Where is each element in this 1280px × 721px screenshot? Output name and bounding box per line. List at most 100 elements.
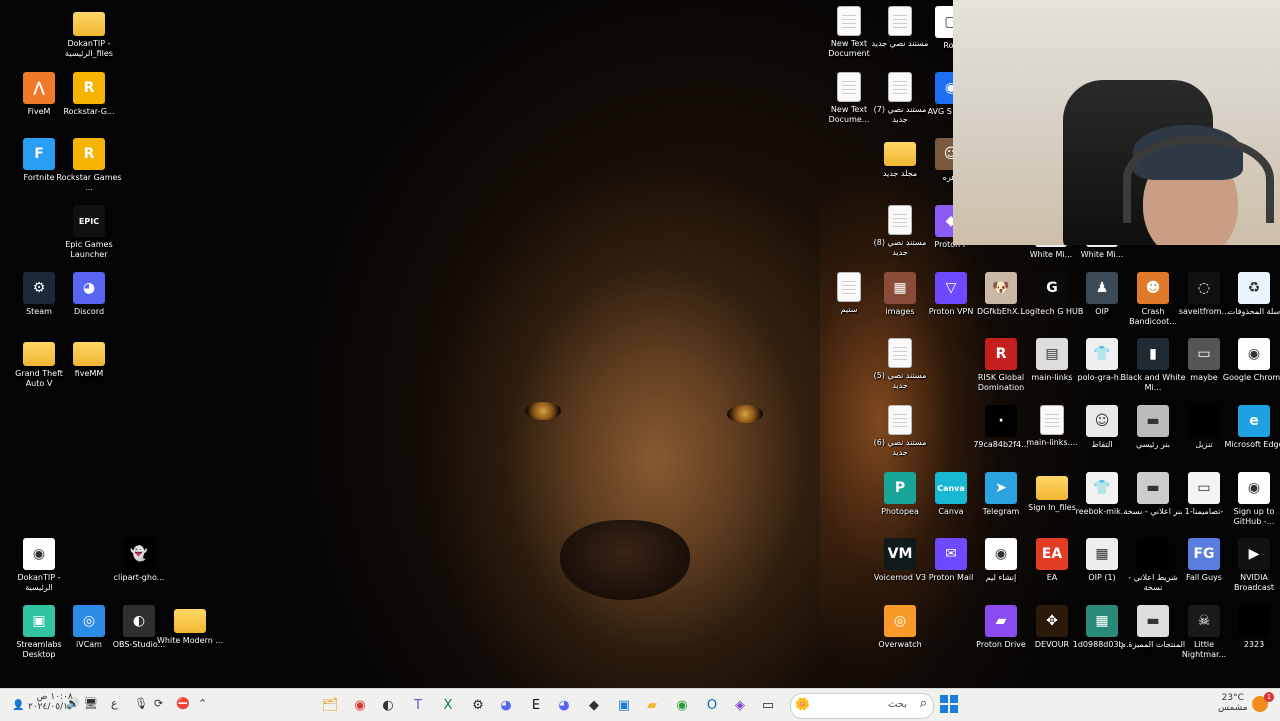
app-icon: ⚙ (23, 272, 55, 304)
desktop-icon-label: 2323 (1243, 640, 1265, 649)
weather-widget[interactable]: 23°C مشمس (1218, 693, 1248, 713)
taskbar-discord-purple-icon[interactable]: ◕ (494, 693, 518, 717)
desktop-icon[interactable]: ◉ Sign up to GitHub -... (1221, 472, 1280, 527)
desktop-icon-label: DokanTIP - الرئيسية_files (65, 39, 113, 58)
app-icon (1238, 605, 1270, 637)
app-icon: P (884, 472, 916, 504)
taskbar-chrome2-icon[interactable]: ◉ (670, 693, 694, 717)
taskbar-excel-icon[interactable]: X (436, 693, 460, 717)
app-icon: ▮ (1137, 338, 1169, 370)
folder-icon (73, 342, 105, 366)
desktop-icon[interactable]: ▶ NVIDIA Broadcast (1221, 538, 1280, 593)
taskbar-chrome-icon[interactable]: ◉ (348, 693, 372, 717)
desktop-icon[interactable]: ◕ Discord (56, 272, 122, 317)
app-icon: EA (1036, 538, 1068, 570)
desktop-icon[interactable]: ◎ Overwatch (867, 605, 933, 650)
desktop-icon[interactable]: R Rockstar-G... (56, 72, 122, 117)
app-icon: F (23, 138, 55, 170)
desktop-icon[interactable]: DokanTIP - الرئيسية_files (56, 8, 122, 59)
app-icon: R (73, 138, 105, 170)
app-icon: e (1238, 405, 1270, 437)
app-icon: ♟ (1086, 272, 1118, 304)
taskbar-terminal-icon[interactable]: ▭ (756, 693, 780, 717)
taskbar: 👤 ١٠:٠٨ ص ٢٠٢٤/٠٥/١٠ 🔊 🖥 ع 🎙 ⟳ ⛔ ⌃ 🗂 ◉ ◐ T X… (0, 688, 1280, 721)
taskbar-teams-icon[interactable]: T (406, 693, 430, 717)
app-icon: G (1036, 272, 1068, 304)
document-icon (888, 205, 912, 235)
desktop-icon-label: مستند نصي (6) جديد (873, 438, 927, 457)
app-icon: VM (884, 538, 916, 570)
lion-nose (560, 520, 690, 600)
app-icon: ◎ (73, 605, 105, 637)
app-icon: ▣ (23, 605, 55, 637)
weather-text: مشمس (1218, 703, 1248, 713)
taskbar-file-explorer-icon[interactable]: 🗂 (318, 693, 342, 717)
notification-icon[interactable]: 👤 (12, 700, 24, 711)
document-icon (888, 405, 912, 435)
weather-temp: 23°C (1221, 693, 1244, 703)
app-icon: ➤ (985, 472, 1017, 504)
search-box[interactable]: 🌼 بحث ⌕ (790, 693, 934, 719)
desktop-icon[interactable]: EPIC Epic Games Launcher (56, 205, 122, 260)
app-icon: ◉ (985, 538, 1017, 570)
desktop-icon-label: Epic Games Launcher (65, 240, 113, 259)
microphone-icon[interactable]: 🎙 (134, 697, 148, 710)
document-icon (888, 72, 912, 102)
desktop-icon[interactable]: fiveMM (56, 338, 122, 379)
desktop-icon[interactable]: e Microsoft Edge (1221, 405, 1280, 450)
desktop-icon[interactable]: ♻ سلة المحذوفات (1221, 272, 1280, 317)
app-icon: 👻 (123, 538, 155, 570)
taskbar-obs-icon[interactable]: ◐ (376, 693, 400, 717)
search-highlight-icon: 🌼 (795, 697, 810, 711)
app-icon: ◉ (1238, 472, 1270, 504)
notification-badge: 1 (1264, 692, 1274, 702)
app-icon: ♻ (1238, 272, 1270, 304)
start-button[interactable] (940, 695, 958, 713)
desktop-icon[interactable]: ◉ DokanTIP - الرئيسية (6, 538, 72, 593)
folder-icon (174, 609, 206, 633)
document-icon (837, 72, 861, 102)
webcam-headphones (1123, 135, 1274, 223)
folder-icon (23, 342, 55, 366)
desktop-icon[interactable]: مستند نصي (5) جديد (867, 338, 933, 391)
taskbar-epic-icon[interactable]: E (524, 693, 548, 717)
taskbar-unity-icon[interactable]: ◆ (582, 693, 606, 717)
folder-icon (73, 12, 105, 36)
desktop-icon-label: White Mi... (1080, 250, 1124, 259)
document-icon (1040, 405, 1064, 435)
desktop-icon[interactable]: ◉ Google Chrome (1221, 338, 1280, 383)
app-icon: ◌ (1188, 272, 1220, 304)
search-placeholder: بحث (887, 699, 907, 710)
taskbar-outlook-icon[interactable]: O (700, 693, 724, 717)
chevron-up-icon[interactable]: ⌃ (198, 697, 207, 710)
desktop-icon[interactable]: مستند نصي (6) جديد (867, 405, 933, 458)
desktop-icon-label: Google Chrome (1222, 373, 1280, 382)
desktop-icon[interactable]: R Rockstar Games ... (56, 138, 122, 193)
security-icon[interactable]: ⛔ (176, 697, 190, 710)
taskbar-store-icon[interactable]: ▣ (612, 693, 636, 717)
desktop-icon[interactable]: 👻 clipart-gho... (106, 538, 172, 583)
taskbar-discord-icon[interactable]: ◕ (552, 693, 576, 717)
app-icon: 👕 (1086, 472, 1118, 504)
desktop-icon-label: NVIDIA Broadcast (1233, 573, 1275, 592)
sync-icon[interactable]: ⟳ (154, 697, 163, 710)
app-icon: ▦ (884, 272, 916, 304)
taskbar-explorer-folder-icon[interactable]: ▰ (640, 693, 664, 717)
app-icon: ▤ (1036, 338, 1068, 370)
volume-icon[interactable]: 🔊 (66, 697, 80, 710)
desktop-icon[interactable]: 2323 (1221, 605, 1280, 650)
webcam-overlay (953, 0, 1280, 245)
app-icon: ▬ (1137, 605, 1169, 637)
app-icon: EPIC (73, 205, 105, 237)
desktop-icon-label: DokanTIP - الرئيسية (17, 573, 61, 592)
folder-icon (1036, 476, 1068, 500)
taskbar-proton-icon[interactable]: ◈ (728, 693, 752, 717)
document-icon (888, 338, 912, 368)
language-indicator[interactable]: ع (111, 697, 118, 710)
desktop-icon[interactable]: White Modern ... (157, 605, 223, 646)
taskbar-steam-icon[interactable]: ⚙ (466, 693, 490, 717)
desktop-icon-label: Sign up to GitHub -... (1233, 507, 1275, 526)
desktop-icon-label: Rockstar Games ... (56, 173, 122, 192)
app-icon: ☻ (1137, 272, 1169, 304)
network-icon[interactable]: 🖥 (84, 697, 98, 710)
